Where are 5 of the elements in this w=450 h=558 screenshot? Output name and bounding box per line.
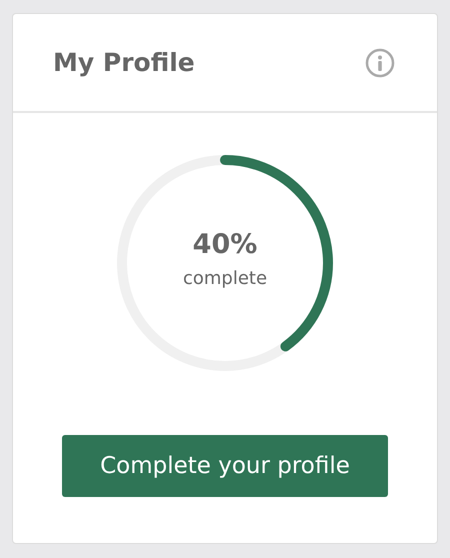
progress-caption: complete [182, 268, 268, 289]
complete-profile-button[interactable]: Complete your profile [62, 435, 388, 497]
info-icon[interactable] [365, 48, 395, 78]
card-title: My Profile [53, 48, 195, 77]
progress-percent: 40% [192, 229, 258, 260]
